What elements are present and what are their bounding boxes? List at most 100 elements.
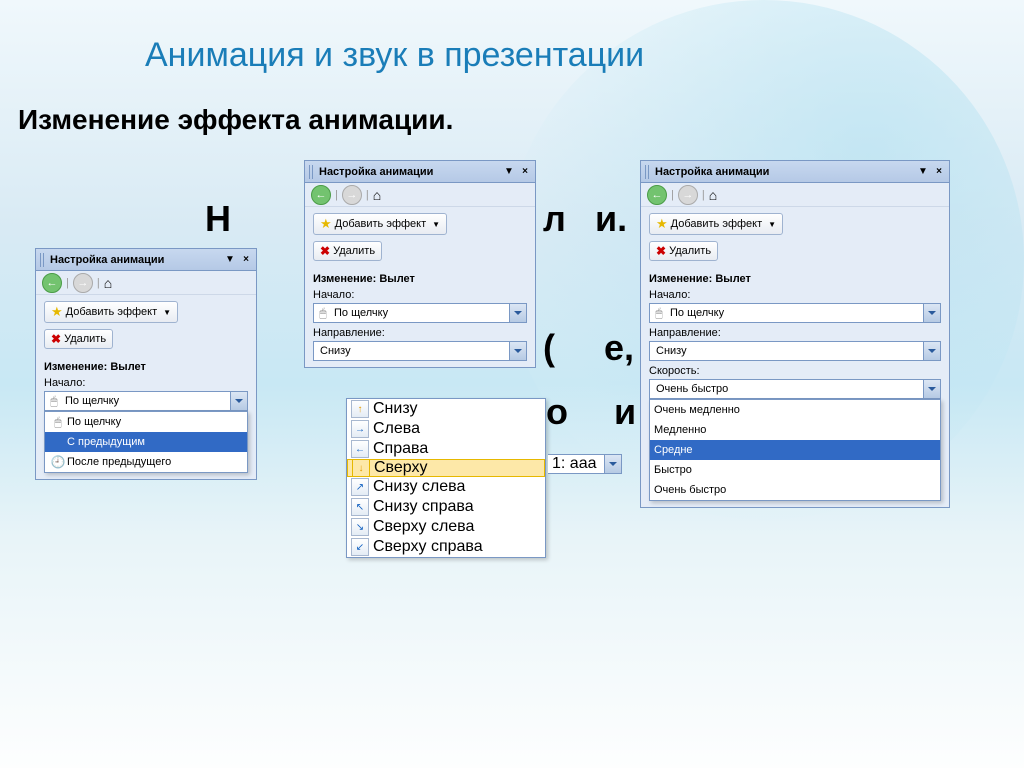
effect-item-text: 1: aaa (548, 455, 604, 473)
nav-home-icon[interactable]: ⌂ (104, 275, 112, 291)
grip-icon (309, 165, 315, 179)
direction-option[interactable]: ↖Снизу справа (347, 497, 545, 517)
panel-title: Настройка анимации (319, 166, 433, 178)
delete-x-icon: ✖ (656, 244, 666, 258)
option-label: Медленно (654, 424, 706, 436)
nav-forward-icon[interactable]: → (342, 185, 362, 205)
add-effect-button[interactable]: ★ Добавить эффект ▼ (649, 213, 783, 235)
start-combo[interactable]: 🖱 По щелчку (649, 303, 941, 323)
start-option[interactable]: 🕘 После предыдущего (45, 452, 247, 472)
speed-options-list: Очень медленно Медленно Средне Быстро Оч… (649, 399, 941, 501)
nav-home-icon[interactable]: ⌂ (373, 187, 381, 203)
direction-option[interactable]: ←Справа (347, 439, 545, 459)
start-label: Начало: (313, 289, 527, 301)
menu-dropdown-icon[interactable]: ▼ (224, 254, 236, 266)
add-effect-button[interactable]: ★ Добавить эффект ▼ (44, 301, 178, 323)
combo-arrow-icon[interactable] (509, 304, 526, 322)
bg-text-frag: о (546, 391, 568, 433)
delete-x-icon: ✖ (320, 244, 330, 258)
panel-nav: ← | → | ⌂ (305, 183, 535, 207)
nav-back-icon[interactable]: ← (647, 185, 667, 205)
direction-option[interactable]: ↑Снизу (347, 399, 545, 419)
option-label: Сверху (374, 459, 428, 477)
combo-arrow-icon[interactable] (923, 304, 940, 322)
combo-arrow-icon[interactable] (923, 380, 940, 398)
combo-arrow-icon[interactable] (604, 455, 621, 473)
close-icon[interactable]: × (240, 254, 252, 266)
combo-arrow-icon[interactable] (923, 342, 940, 360)
bg-text-frag: и (614, 391, 636, 433)
panel-header: Настройка анимации ▼ × (305, 161, 535, 183)
nav-back-icon[interactable]: ← (311, 185, 331, 205)
mouse-icon: 🖱 (45, 394, 63, 409)
chevron-down-icon: ▼ (432, 220, 440, 229)
arrow-up-icon: ↑ (358, 404, 363, 415)
option-label: Средне (654, 444, 693, 456)
mouse-icon: 🖱 (49, 415, 67, 430)
add-effect-label: Добавить эффект (66, 306, 157, 318)
start-option[interactable]: С предыдущим (45, 432, 247, 452)
mouse-icon: 🖱 (650, 306, 668, 321)
delete-button[interactable]: ✖ Удалить (313, 241, 382, 261)
nav-sep: | (97, 277, 100, 289)
change-label: Изменение: Вылет (44, 361, 248, 373)
nav-sep: | (671, 189, 674, 201)
bg-text-frag: е, (604, 327, 634, 369)
animation-panel-speed: Настройка анимации ▼ × ← | → | ⌂ ★ Добав… (640, 160, 950, 508)
combo-arrow-icon[interactable] (509, 342, 526, 360)
combo-arrow-icon[interactable] (230, 392, 247, 410)
direction-option[interactable]: →Слева (347, 419, 545, 439)
animation-panel-start: Настройка анимации ▼ × ← | → | ⌂ ★ Добав… (35, 248, 257, 480)
direction-combo[interactable]: Снизу (313, 341, 527, 361)
option-label: Сверху слева (373, 518, 474, 536)
panel-title: Настройка анимации (655, 166, 769, 178)
direction-option[interactable]: ↗Снизу слева (347, 477, 545, 497)
speed-combo[interactable]: Очень быстро (649, 379, 941, 399)
effect-item-combo[interactable]: 1: aaa (548, 454, 622, 474)
bg-text-frag: Н (205, 198, 231, 240)
speed-combo-value: Очень быстро (650, 383, 923, 395)
speed-option[interactable]: Быстро (650, 460, 940, 480)
start-combo-value: По щелчку (63, 395, 230, 407)
direction-option[interactable]: ↓Сверху (347, 459, 545, 477)
bg-text-frag: и. (595, 198, 627, 240)
delete-label: Удалить (333, 245, 375, 257)
arrow-ne-icon: ↗ (356, 482, 364, 493)
menu-dropdown-icon[interactable]: ▼ (503, 166, 515, 178)
nav-forward-icon[interactable]: → (73, 273, 93, 293)
direction-label: Направление: (649, 327, 941, 339)
speed-option[interactable]: Средне (650, 440, 940, 460)
change-label: Изменение: Вылет (313, 273, 527, 285)
nav-back-icon[interactable]: ← (42, 273, 62, 293)
delete-button[interactable]: ✖ Удалить (649, 241, 718, 261)
add-effect-label: Добавить эффект (335, 218, 426, 230)
menu-dropdown-icon[interactable]: ▼ (917, 166, 929, 178)
chevron-down-icon: ▼ (768, 220, 776, 229)
start-combo[interactable]: 🖱 По щелчку (44, 391, 248, 411)
nav-sep: | (702, 189, 705, 201)
direction-option[interactable]: ↘Сверху слева (347, 517, 545, 537)
start-label: Начало: (44, 377, 248, 389)
option-label: Справа (373, 440, 428, 458)
close-icon[interactable]: × (519, 166, 531, 178)
grip-icon (645, 165, 651, 179)
clock-icon: 🕘 (49, 455, 67, 469)
direction-combo[interactable]: Снизу (649, 341, 941, 361)
nav-home-icon[interactable]: ⌂ (709, 187, 717, 203)
start-combo[interactable]: 🖱 По щелчку (313, 303, 527, 323)
bg-text-frag: л (543, 198, 566, 240)
option-label: После предыдущего (67, 456, 171, 468)
delete-button[interactable]: ✖ Удалить (44, 329, 113, 349)
nav-forward-icon[interactable]: → (678, 185, 698, 205)
direction-option[interactable]: ↙Сверху справа (347, 537, 545, 557)
arrow-sw-icon: ↙ (356, 542, 364, 553)
speed-option[interactable]: Очень медленно (650, 400, 940, 420)
close-icon[interactable]: × (933, 166, 945, 178)
speed-option[interactable]: Медленно (650, 420, 940, 440)
arrow-nw-icon: ↖ (356, 502, 364, 513)
speed-option[interactable]: Очень быстро (650, 480, 940, 500)
add-effect-button[interactable]: ★ Добавить эффект ▼ (313, 213, 447, 235)
nav-sep: | (335, 189, 338, 201)
start-option[interactable]: 🖱 По щелчку (45, 412, 247, 432)
start-label: Начало: (649, 289, 941, 301)
